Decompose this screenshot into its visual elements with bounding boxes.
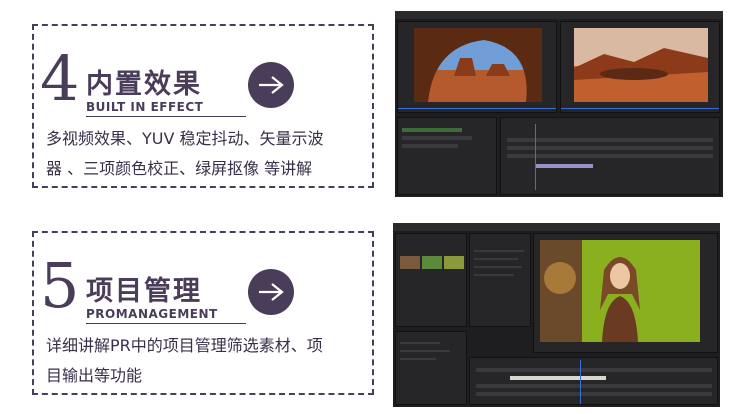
- editor-screenshot-effects: [395, 11, 723, 197]
- project-panel: [397, 117, 497, 195]
- editor-screenshot-project: [393, 223, 720, 407]
- program-monitor: [560, 21, 720, 113]
- menu-bar: [393, 223, 720, 231]
- desert-arch-thumbnail: [414, 28, 542, 102]
- arrow-right-button[interactable]: [248, 269, 294, 315]
- program-scrubber[interactable]: [561, 108, 719, 109]
- feature-description: 详细讲解PR中的项目管理筛选素材、项 目输出等功能: [46, 331, 372, 391]
- project-row[interactable]: [402, 144, 458, 148]
- feature-title-cn: 内置效果: [86, 69, 202, 100]
- project-row[interactable]: [402, 128, 462, 132]
- feature-description: 多视频效果、YUV 稳定抖动、矢量示波 器 、三项颜色校正、绿屏抠像 等讲解: [46, 124, 372, 184]
- title-underline: [86, 323, 246, 324]
- effect-row[interactable]: [474, 258, 518, 260]
- program-monitor: [533, 233, 718, 353]
- arrow-right-icon: [259, 283, 284, 301]
- desert-rock-thumbnail: [574, 28, 708, 102]
- feature-title-en: PROMANAGEMENT: [86, 307, 218, 321]
- arrow-right-button[interactable]: [248, 62, 294, 108]
- timeline-panel: [500, 117, 720, 195]
- feature-desc-line: 目输出等功能: [46, 366, 143, 385]
- project-panel: [395, 331, 467, 405]
- effect-row[interactable]: [474, 250, 524, 252]
- bin-thumbnail[interactable]: [400, 256, 420, 269]
- project-row[interactable]: [400, 350, 450, 352]
- bin-thumbnail[interactable]: [422, 256, 442, 269]
- feature-card-built-in-effect: 4 内置效果 BUILT IN EFFECT 多视频效果、YUV 稳定抖动、矢量…: [32, 24, 374, 188]
- project-row[interactable]: [402, 136, 472, 140]
- feature-desc-line: 多视频效果、YUV 稳定抖动、矢量示波: [46, 129, 324, 148]
- timeline-track: [476, 392, 712, 396]
- menu-bar: [395, 11, 723, 19]
- feature-number: 5: [40, 249, 80, 322]
- source-scrubber[interactable]: [398, 108, 556, 109]
- feature-title-en: BUILT IN EFFECT: [86, 100, 204, 114]
- timeline-clip[interactable]: [510, 376, 606, 380]
- green-screen-frame: [540, 240, 700, 342]
- timeline-track: [476, 384, 712, 388]
- title-underline: [86, 116, 246, 117]
- timeline-clip[interactable]: [535, 164, 593, 168]
- timeline-track: [507, 138, 713, 142]
- effect-row[interactable]: [474, 266, 522, 268]
- timeline-track: [507, 154, 713, 158]
- bin-thumbnail[interactable]: [444, 256, 464, 269]
- project-row[interactable]: [400, 358, 436, 360]
- feature-title-cn: 项目管理: [86, 276, 202, 307]
- source-monitor: [397, 21, 557, 113]
- effect-controls-panel: [469, 233, 531, 327]
- media-bin-panel: [395, 233, 467, 327]
- effect-row[interactable]: [474, 274, 514, 276]
- timeline-playhead[interactable]: [535, 124, 536, 190]
- timeline-playhead[interactable]: [580, 360, 581, 404]
- feature-desc-line: 详细讲解PR中的项目管理筛选素材、项: [46, 336, 323, 355]
- feature-number: 4: [40, 42, 80, 115]
- feature-desc-line: 器 、三项颜色校正、绿屏抠像 等讲解: [46, 159, 313, 178]
- feature-card-project-management: 5 项目管理 PROMANAGEMENT 详细讲解PR中的项目管理筛选素材、项 …: [32, 231, 374, 395]
- timeline-track: [476, 368, 712, 372]
- timeline-panel: [469, 357, 718, 405]
- timeline-track: [507, 146, 713, 150]
- project-row[interactable]: [400, 342, 440, 344]
- arrow-right-icon: [259, 76, 284, 94]
